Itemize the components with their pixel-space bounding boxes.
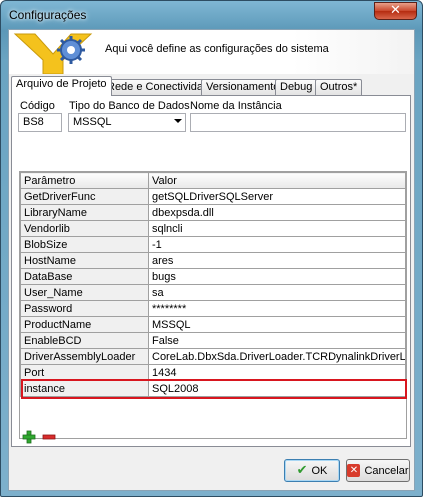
tipo-banco-select[interactable]: MSSQL — [68, 113, 186, 132]
table-row[interactable]: ProductName MSSQL — [20, 316, 406, 333]
param-name: EnableBCD — [20, 332, 149, 349]
tab-arquivo-de-projeto[interactable]: Arquivo de Projeto — [11, 76, 112, 96]
instance-row-highlight — [21, 379, 407, 399]
param-value[interactable]: ares — [148, 252, 406, 269]
cancel-button[interactable]: ✕ Cancelar — [346, 459, 410, 482]
tipo-banco-label: Tipo do Banco de Dados — [69, 100, 190, 112]
param-value[interactable]: getSQLDriverSQLServer — [148, 188, 406, 205]
param-value[interactable]: sqlncli — [148, 220, 406, 237]
close-icon: ✕ — [390, 3, 401, 18]
param-name: Password — [20, 300, 149, 317]
table-row[interactable]: GetDriverFunc getSQLDriverSQLServer — [20, 188, 406, 205]
config-window: Configurações ✕ Aqui você define as conf… — [0, 0, 423, 497]
table-row[interactable]: Password ******** — [20, 300, 406, 317]
param-name: LibraryName — [20, 204, 149, 221]
param-value[interactable]: MSSQL — [148, 316, 406, 333]
column-header-parametro[interactable]: Parâmetro — [20, 172, 149, 189]
chevron-down-icon — [174, 119, 182, 123]
header-description: Aqui você define as configurações do sis… — [105, 43, 329, 55]
param-value[interactable]: dbexpsda.dll — [148, 204, 406, 221]
cancel-icon: ✕ — [347, 464, 361, 477]
table-row[interactable]: User_Name sa — [20, 284, 406, 301]
column-header-valor[interactable]: Valor — [148, 172, 406, 189]
param-name: DataBase — [20, 268, 149, 285]
param-value[interactable]: ******** — [148, 300, 406, 317]
table-row[interactable]: HostName ares — [20, 252, 406, 269]
close-button[interactable]: ✕ — [374, 2, 417, 20]
window-title: Configurações — [9, 8, 87, 22]
dialog-body: Aqui você define as configurações do sis… — [8, 29, 415, 491]
param-value[interactable]: CoreLab.DbxSda.DriverLoader.TCRDynalinkD… — [148, 348, 406, 365]
table-row[interactable]: DriverAssemblyLoader CoreLab.DbxSda.Driv… — [20, 348, 406, 365]
check-icon: ✔ — [296, 463, 308, 478]
codigo-label: Código — [20, 100, 55, 112]
table-row[interactable]: LibraryName dbexpsda.dll — [20, 204, 406, 221]
param-name: HostName — [20, 252, 149, 269]
param-name: BlobSize — [20, 236, 149, 253]
remove-icon[interactable] — [42, 430, 56, 444]
tab-strip: Arquivo de Projeto Rede e Conectividade … — [9, 76, 414, 96]
param-name: GetDriverFunc — [20, 188, 149, 205]
table-row[interactable]: Vendorlib sqlncli — [20, 220, 406, 237]
param-name: Vendorlib — [20, 220, 149, 237]
settings-logo-icon — [13, 33, 93, 74]
param-name: User_Name — [20, 284, 149, 301]
title-bar[interactable]: Configurações ✕ — [1, 1, 422, 29]
tab-outros[interactable]: Outros* — [315, 79, 363, 95]
tab-debug[interactable]: Debug — [275, 79, 318, 95]
param-name: ProductName — [20, 316, 149, 333]
ok-button[interactable]: ✔ OK — [284, 459, 340, 482]
tipo-banco-value: MSSQL — [73, 116, 112, 128]
dialog-header: Aqui você define as configurações do sis… — [9, 30, 414, 74]
table-row[interactable]: BlobSize -1 — [20, 236, 406, 253]
table-row[interactable]: EnableBCD False — [20, 332, 406, 349]
cancel-label: Cancelar — [364, 464, 409, 477]
nome-instancia-label: Nome da Instância — [190, 100, 282, 112]
table-row[interactable]: DataBase bugs — [20, 268, 406, 285]
tab-panel-arquivo: Código Tipo do Banco de Dados Nome da In… — [11, 95, 411, 447]
param-value[interactable]: -1 — [148, 236, 406, 253]
ok-label: OK — [311, 464, 328, 477]
codigo-field[interactable]: BS8 — [18, 113, 62, 132]
nome-instancia-field[interactable] — [190, 113, 406, 132]
param-value[interactable]: False — [148, 332, 406, 349]
param-value[interactable]: sa — [148, 284, 406, 301]
add-icon[interactable] — [22, 430, 36, 444]
param-name: DriverAssemblyLoader — [20, 348, 149, 365]
param-value[interactable]: bugs — [148, 268, 406, 285]
tab-versionamento[interactable]: Versionamento — [201, 79, 285, 95]
